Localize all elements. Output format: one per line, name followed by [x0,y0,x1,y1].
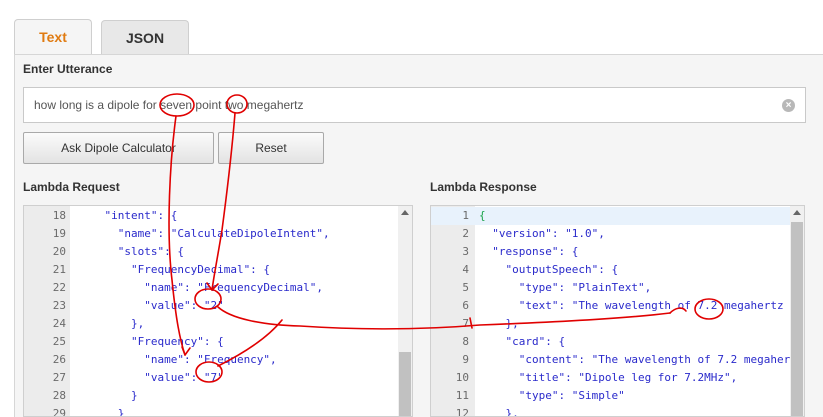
line-number: 12 [455,407,469,417]
line-number: 24 [52,317,66,330]
utterance-text: how long is a dipole for seven point two… [34,98,304,112]
line-number: 6 [462,299,469,312]
code-line: 5 "type": "PlainText", [431,279,804,297]
line-number: 25 [52,335,66,348]
code-line: 28 } [24,387,412,405]
code-text: "value": "7" [78,371,224,384]
code-line: 27 "value": "7" [24,369,412,387]
code-line: 29 } [24,405,412,417]
code-text: "name": "FrequencyDecimal", [78,281,324,294]
code-text: "response": { [479,245,579,258]
code-text: "Frequency": { [78,335,224,348]
line-number: 3 [462,245,469,258]
code-text: }, [479,407,519,417]
code-line: 12 }, [431,405,804,417]
code-line: 20 "slots": { [24,243,412,261]
clear-icon[interactable]: × [782,99,795,112]
line-number: 5 [462,281,469,294]
code-text: "slots": { [78,245,184,258]
chevron-up-icon[interactable] [793,210,801,215]
reset-button[interactable]: Reset [218,132,324,164]
line-number: 11 [455,389,469,402]
code-line: 18 "intent": { [24,207,412,225]
tab-text[interactable]: Text [14,19,92,55]
line-number: 1 [462,209,469,222]
line-number: 19 [52,227,66,240]
chevron-up-icon[interactable] [401,210,409,215]
line-number: 18 [52,209,66,222]
utterance-input[interactable]: how long is a dipole for seven point two… [23,87,806,123]
response-scrollbar-thumb[interactable] [791,222,803,416]
code-text: }, [479,317,519,330]
code-line: 2 "version": "1.0", [431,225,804,243]
lambda-request-label: Lambda Request [23,180,120,194]
code-text: "text": "The wavelength of 7.2 megahertz [479,299,784,312]
code-line: 8 "card": { [431,333,804,351]
code-line: 1{ [431,207,804,225]
code-text: "intent": { [78,209,178,222]
code-line: 25 "Frequency": { [24,333,412,351]
code-text: "content": "The wavelength of 7.2 megahe… [479,353,791,366]
code-line: 24 }, [24,315,412,333]
line-number: 2 [462,227,469,240]
line-number: 21 [52,263,66,276]
code-text: }, [78,317,145,330]
code-text: "type": "PlainText", [479,281,652,294]
code-line: 19 "name": "CalculateDipoleIntent", [24,225,412,243]
code-line: 6 "text": "The wavelength of 7.2 megaher… [431,297,804,315]
code-text: "version": "1.0", [479,227,605,240]
line-number: 8 [462,335,469,348]
code-line: 26 "name": "Frequency", [24,351,412,369]
line-number: 22 [52,281,66,294]
code-line: 23 "value": "2" [24,297,412,315]
line-number: 9 [462,353,469,366]
tab-json[interactable]: JSON [101,20,189,54]
code-text: "name": "CalculateDipoleIntent", [78,227,330,240]
code-text: "title": "Dipole leg for 7.2MHz", [479,371,738,384]
code-line: 21 "FrequencyDecimal": { [24,261,412,279]
request-scrollbar-thumb[interactable] [399,352,411,416]
utterance-label: Enter Utterance [23,62,113,76]
code-text: "value": "2" [78,299,224,312]
code-line: 4 "outputSpeech": { [431,261,804,279]
line-number: 29 [52,407,66,417]
code-text: { [479,209,486,222]
line-number: 20 [52,245,66,258]
lambda-response-label: Lambda Response [430,180,537,194]
code-text: "card": { [479,335,566,348]
line-number: 27 [52,371,66,384]
line-number: 28 [52,389,66,402]
line-number: 4 [462,263,469,276]
code-line: 22 "name": "FrequencyDecimal", [24,279,412,297]
code-text: } [78,407,125,417]
line-number: 26 [52,353,66,366]
request-scrollbar[interactable] [398,206,412,416]
code-text: "name": "Frequency", [78,353,277,366]
code-text: "FrequencyDecimal": { [78,263,271,276]
code-text: "type": "Simple" [479,389,625,402]
code-line: 7 }, [431,315,804,333]
line-number: 10 [455,371,469,384]
response-scrollbar[interactable] [790,206,804,416]
lambda-request-editor[interactable]: 18 "intent": {19 "name": "CalculateDipol… [23,205,413,417]
line-number: 7 [462,317,469,330]
code-line: 3 "response": { [431,243,804,261]
code-text: } [78,389,138,402]
line-number: 23 [52,299,66,312]
lambda-response-editor[interactable]: 1{2 "version": "1.0", 3 "response": {4 "o… [430,205,805,417]
code-line: 9 "content": "The wavelength of 7.2 mega… [431,351,804,369]
code-text: "outputSpeech": { [479,263,619,276]
code-line: 11 "type": "Simple" [431,387,804,405]
ask-dipole-calculator-button[interactable]: Ask Dipole Calculator [23,132,214,164]
code-line: 10 "title": "Dipole leg for 7.2MHz", [431,369,804,387]
